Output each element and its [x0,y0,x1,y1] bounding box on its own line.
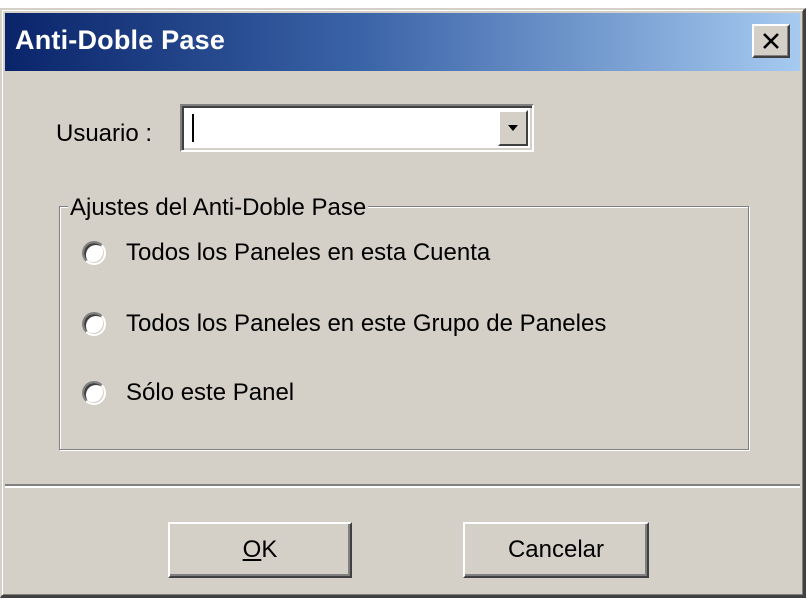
radio-option-panel-group[interactable]: Todos los Paneles en este Grupo de Panel… [82,310,606,338]
user-label: Usuario : [56,120,153,147]
ok-button[interactable]: OK [168,522,352,578]
radio-button[interactable] [82,312,106,336]
close-button[interactable] [752,24,790,58]
user-value[interactable] [192,114,196,142]
ok-label-rest: K [261,536,278,563]
dropdown-button[interactable] [498,110,528,146]
radio-option-this-panel[interactable]: Sólo este Panel [82,379,294,407]
dialog-window: Anti-Doble Pase Usuario : Ajustes del An… [0,8,806,598]
ok-mnemonic: O [242,536,262,563]
user-combobox[interactable] [180,104,534,152]
button-separator [5,484,800,488]
radio-label: Todos los Paneles en esta Cuenta [126,239,491,266]
close-icon [763,33,779,49]
radio-option-account[interactable]: Todos los Paneles en esta Cuenta [82,239,490,267]
radio-label: Sólo este Panel [126,379,295,406]
chevron-down-icon [508,125,518,131]
settings-group-label: Ajustes del Anti-Doble Pase [68,194,369,222]
cancel-button[interactable]: Cancelar [463,522,649,578]
radio-button[interactable] [82,241,106,265]
title-bar[interactable]: Anti-Doble Pase [5,13,800,71]
window-title: Anti-Doble Pase [15,25,226,55]
radio-label: Todos los Paneles en este Grupo de Panel… [126,310,607,337]
radio-button[interactable] [82,381,106,405]
